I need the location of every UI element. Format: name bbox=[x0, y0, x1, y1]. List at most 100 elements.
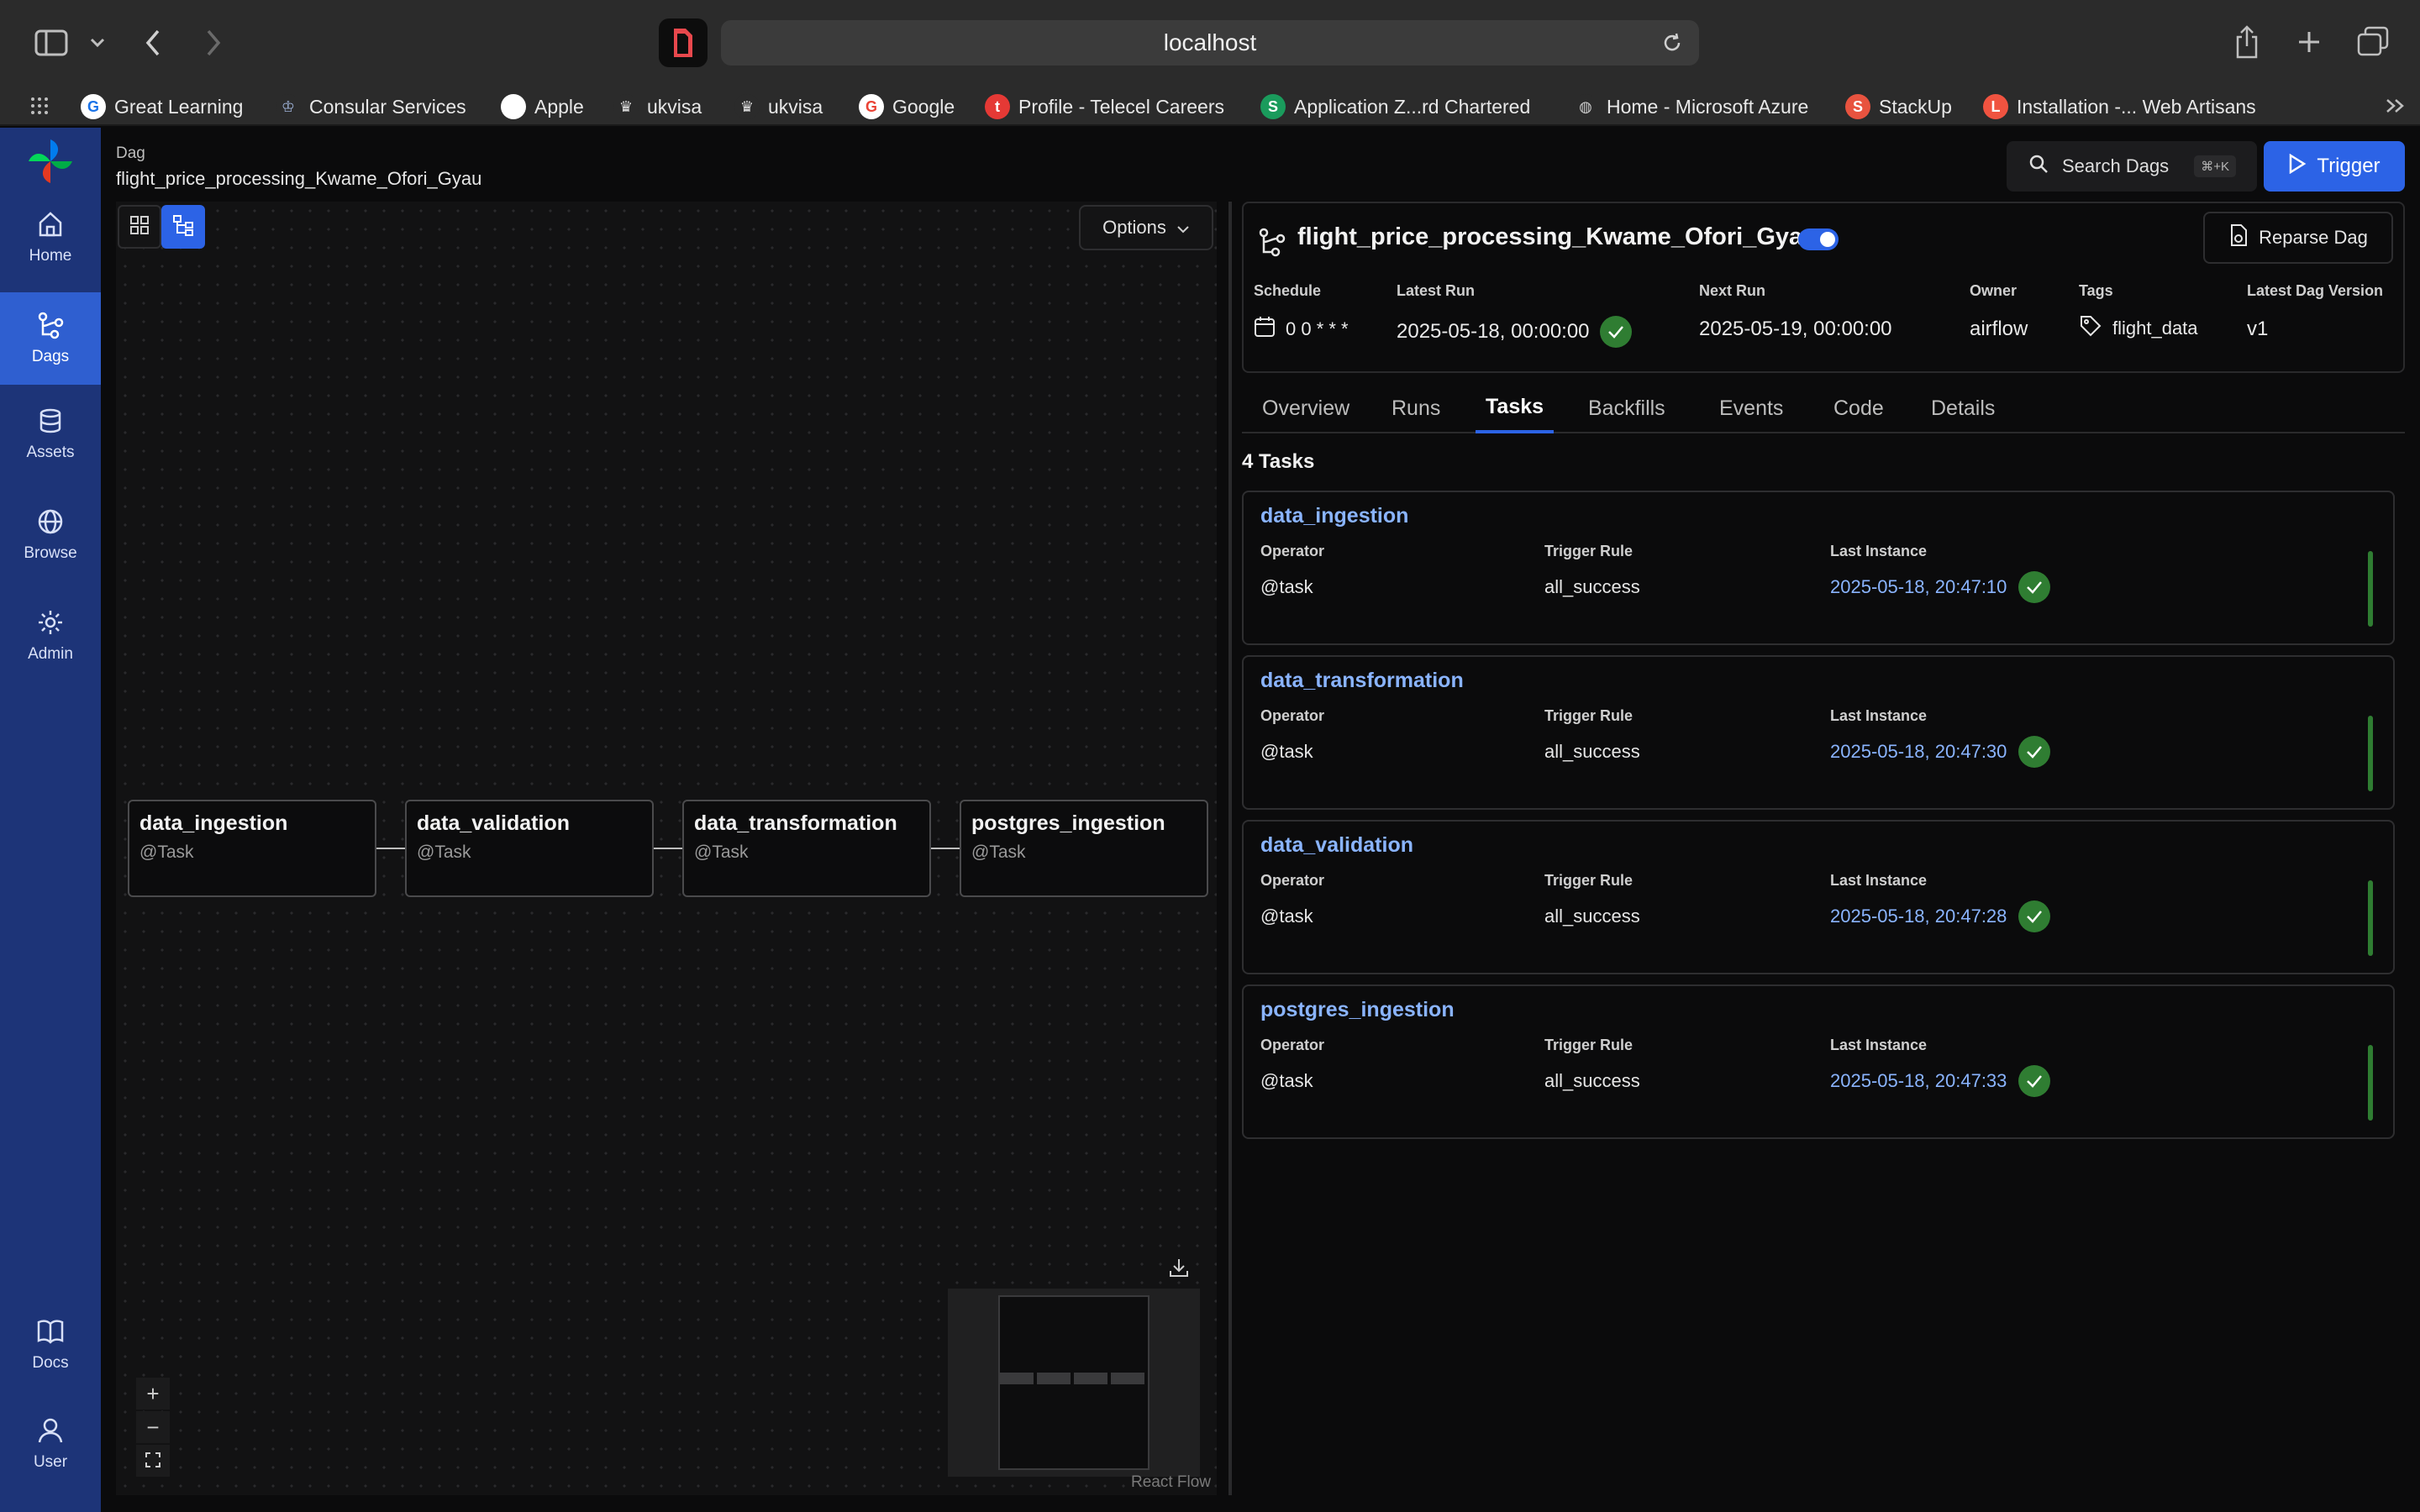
graph-task-name: data_ingestion bbox=[139, 811, 288, 835]
nav-item-dags[interactable]: Dags bbox=[0, 292, 101, 385]
graph-task-node[interactable]: data_validation @Task bbox=[405, 800, 654, 897]
tab-tasks[interactable]: Tasks bbox=[1476, 383, 1555, 433]
search-dags-button[interactable]: Search Dags ⌘+K bbox=[2007, 141, 2257, 192]
bookmark-label: ukvisa bbox=[768, 95, 823, 118]
breadcrumb-dag-id[interactable]: flight_price_processing_Kwame_Ofori_Gyau bbox=[116, 168, 481, 190]
dag-name: flight_price_processing_Kwame_Ofori_Gyau bbox=[1297, 223, 1818, 250]
bookmark-item[interactable]: G Great Learning bbox=[81, 87, 243, 126]
graph-task-node[interactable]: data_ingestion @Task bbox=[128, 800, 376, 897]
tab-code[interactable]: Code bbox=[1823, 383, 1894, 433]
tab-details[interactable]: Details bbox=[1921, 383, 2005, 433]
tab-backfills[interactable]: Backfills bbox=[1578, 383, 1676, 433]
nav-item-home[interactable]: Home bbox=[0, 192, 101, 284]
last-instance-value[interactable]: 2025-05-18, 20:47:30 bbox=[1830, 736, 2051, 768]
panel-resize-handle[interactable] bbox=[1228, 202, 1232, 1495]
nav-item-docs[interactable]: Docs bbox=[0, 1299, 101, 1391]
file-refresh-icon bbox=[2228, 223, 2249, 252]
options-dropdown[interactable]: Options bbox=[1079, 205, 1213, 250]
bookmark-item[interactable]: ♛ ukvisa bbox=[734, 87, 823, 126]
address-text: localhost bbox=[1163, 29, 1257, 55]
forward-icon[interactable] bbox=[198, 24, 229, 62]
page-icon[interactable] bbox=[659, 18, 708, 67]
nav-label: Assets bbox=[26, 444, 75, 461]
nav-item-assets[interactable]: Assets bbox=[0, 388, 101, 480]
bookmark-label: Profile - Telecel Careers bbox=[1018, 95, 1225, 118]
browse-icon bbox=[38, 509, 63, 534]
zoom-in-button[interactable]: + bbox=[136, 1378, 170, 1410]
task-status-bar bbox=[2368, 880, 2373, 956]
graph-icon bbox=[172, 214, 194, 240]
bookmark-item[interactable]: ♛ ukvisa bbox=[613, 87, 702, 126]
bookmark-item[interactable]: G Google bbox=[859, 87, 955, 126]
task-name-link[interactable]: data_transformation bbox=[1260, 669, 1464, 693]
new-tab-icon[interactable] bbox=[2292, 25, 2326, 59]
dag-icon bbox=[1257, 227, 1287, 261]
task-name-link[interactable]: data_ingestion bbox=[1260, 504, 1408, 528]
task-name-link[interactable]: postgres_ingestion bbox=[1260, 998, 1455, 1022]
dag-tabs: Overview Runs Tasks Backfills Events Code Deta… bbox=[1242, 383, 2405, 433]
latest-dag-version-value: v1 bbox=[2247, 318, 2269, 340]
bookmark-item[interactable]: S StackUp bbox=[1845, 87, 1952, 126]
sidebar-toggle-icon[interactable] bbox=[32, 25, 71, 60]
trigger-rule-label: Trigger Rule bbox=[1544, 707, 1634, 724]
task-name-link[interactable]: data_validation bbox=[1260, 833, 1413, 858]
last-instance-value[interactable]: 2025-05-18, 20:47:33 bbox=[1830, 1065, 2051, 1097]
share-icon[interactable] bbox=[2230, 22, 2264, 62]
fit-view-button[interactable] bbox=[136, 1445, 170, 1477]
bookmark-label: Installation -... Web Artisans bbox=[2017, 95, 2256, 118]
great-learning-icon: G bbox=[81, 94, 106, 119]
reload-icon[interactable] bbox=[1660, 31, 1684, 60]
crown-icon: ♛ bbox=[734, 94, 760, 119]
graph-task-node[interactable]: data_transformation @Task bbox=[682, 800, 931, 897]
home-icon bbox=[39, 212, 62, 237]
bookmark-item[interactable]: ◍ Home - Microsoft Azure bbox=[1573, 87, 1808, 126]
graph-task-node[interactable]: postgres_ingestion @Task bbox=[960, 800, 1208, 897]
graph-view-toggle[interactable] bbox=[161, 205, 205, 249]
search-icon bbox=[2028, 154, 2049, 179]
nav-item-admin[interactable]: Admin bbox=[0, 590, 101, 682]
latest-dag-version-label: Latest Dag Version bbox=[2247, 282, 2384, 299]
bookmark-item[interactable]: Apple bbox=[501, 87, 584, 126]
tab-overview-icon[interactable] bbox=[2354, 24, 2391, 60]
bookmark-item[interactable]: t Profile - Telecel Careers bbox=[985, 87, 1224, 126]
react-flow-attribution[interactable]: React Flow bbox=[1131, 1473, 1211, 1492]
tab-events[interactable]: Events bbox=[1709, 383, 1793, 433]
download-icon[interactable] bbox=[1168, 1257, 1193, 1282]
pause-toggle[interactable] bbox=[1798, 228, 1839, 250]
apps-grid-icon[interactable] bbox=[27, 91, 52, 121]
task-count: 4 Tasks bbox=[1242, 450, 1315, 473]
operator-value: @task bbox=[1260, 1070, 1313, 1091]
nav-label: Browse bbox=[24, 544, 77, 562]
back-icon[interactable] bbox=[138, 24, 168, 62]
tags-value[interactable]: flight_data bbox=[2079, 314, 2198, 343]
user-icon bbox=[38, 1418, 63, 1443]
latest-run-value[interactable]: 2025-05-18, 00:00:00 bbox=[1397, 316, 1632, 348]
globe-icon: ◍ bbox=[1573, 94, 1598, 119]
bookmark-item[interactable]: S Application Z...rd Chartered bbox=[1260, 87, 1530, 126]
stackup-icon: S bbox=[1845, 94, 1870, 119]
minimap[interactable] bbox=[948, 1289, 1200, 1477]
last-instance-time: 2025-05-18, 20:47:10 bbox=[1830, 576, 2007, 597]
more-bookmarks-icon[interactable] bbox=[2381, 91, 2410, 121]
address-bar[interactable]: localhost bbox=[721, 20, 1699, 66]
chevron-down-icon[interactable] bbox=[86, 30, 109, 55]
last-instance-value[interactable]: 2025-05-18, 20:47:28 bbox=[1830, 900, 2051, 932]
zoom-out-button[interactable]: − bbox=[136, 1411, 170, 1443]
nav-item-browse[interactable]: Browse bbox=[0, 489, 101, 581]
apple-icon bbox=[501, 94, 526, 119]
nav-label: Dags bbox=[31, 348, 70, 365]
tab-runs[interactable]: Runs bbox=[1381, 383, 1450, 433]
grid-view-toggle[interactable] bbox=[118, 205, 161, 249]
bookmark-item[interactable]: ♔ Consular Services bbox=[276, 87, 466, 126]
nav-item-user[interactable]: User bbox=[0, 1398, 101, 1490]
airflow-logo[interactable] bbox=[25, 136, 76, 186]
last-instance-value[interactable]: 2025-05-18, 20:47:10 bbox=[1830, 571, 2051, 603]
latest-run-label: Latest Run bbox=[1397, 282, 1476, 299]
trigger-button[interactable]: Trigger bbox=[2264, 141, 2405, 192]
chevron-down-icon bbox=[1176, 217, 1190, 239]
tag-label: flight_data bbox=[2112, 318, 2198, 339]
bookmark-item[interactable]: L Installation -... Web Artisans bbox=[1983, 87, 2256, 126]
last-instance-time: 2025-05-18, 20:47:33 bbox=[1830, 1070, 2007, 1091]
tab-overview[interactable]: Overview bbox=[1252, 383, 1360, 433]
reparse-dag-button[interactable]: Reparse Dag bbox=[2203, 212, 2393, 264]
